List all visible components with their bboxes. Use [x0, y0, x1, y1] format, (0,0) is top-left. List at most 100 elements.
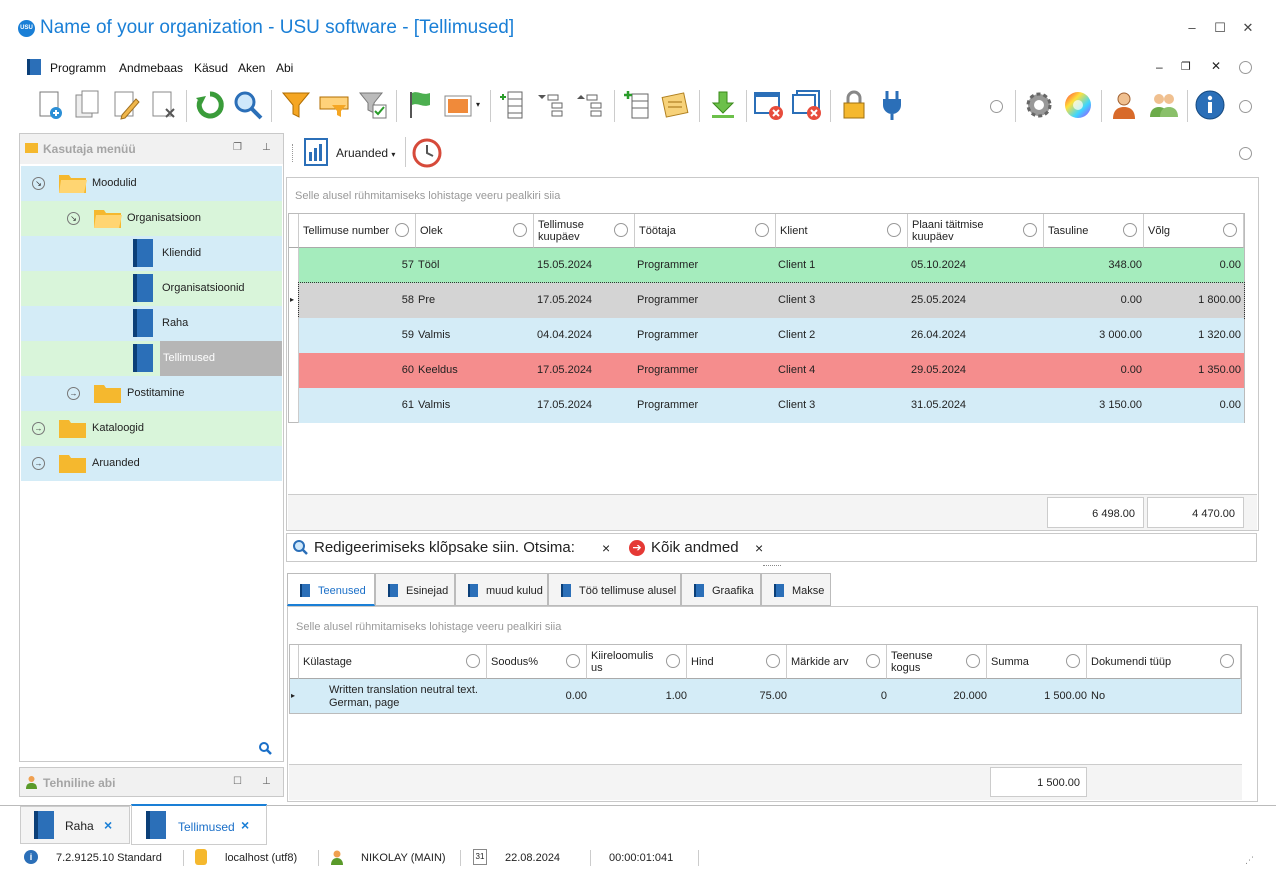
user-icon[interactable] [1109, 89, 1141, 121]
row-indicator[interactable] [289, 353, 299, 388]
col-price[interactable]: Hind [687, 645, 787, 679]
refresh-icon[interactable] [194, 89, 226, 121]
filter-icon[interactable] [1066, 654, 1080, 668]
edit-record-icon[interactable] [110, 89, 142, 121]
flag-icon[interactable] [404, 89, 436, 121]
menu-kasud[interactable]: Käsud [194, 61, 228, 75]
expand-icon[interactable]: → [32, 457, 45, 470]
menu-abi[interactable]: Abi [276, 61, 293, 75]
menu-andmebaas[interactable]: Andmebaas [119, 61, 183, 75]
all-data-clear-icon[interactable]: × [755, 540, 763, 556]
mdi-close-icon[interactable]: ✕ [1211, 59, 1221, 73]
filter-icon[interactable] [766, 654, 780, 668]
collapse-icon[interactable]: ↘ [32, 177, 45, 190]
filter-icon[interactable] [966, 654, 980, 668]
col-plan-date[interactable]: Plaani täitmise kuupäev [908, 214, 1044, 248]
service-row[interactable]: ▸ Written translation neutral text. Germ… [290, 679, 1241, 713]
menu-aken[interactable]: Aken [238, 61, 265, 75]
table-row[interactable]: 59 Valmis 04.04.2024 Programmer Client 2 26.0… [299, 318, 1244, 353]
download-icon[interactable] [707, 89, 739, 121]
col-paid[interactable]: Tasuline [1044, 214, 1144, 248]
filter-icon[interactable] [887, 223, 901, 237]
col-urgency[interactable]: Kiireloomulisus [587, 645, 687, 679]
collapse-tree-icon[interactable] [575, 89, 607, 121]
col-service[interactable]: Külastage [299, 645, 487, 679]
table-row[interactable]: 60 Keeldus 17.05.2024 Programmer Client 4 29.… [299, 353, 1244, 388]
expand-tree-icon[interactable] [536, 89, 568, 121]
tree-search-icon[interactable] [258, 741, 272, 755]
expand-icon[interactable]: → [32, 422, 45, 435]
panel-float-icon[interactable]: ❐ [233, 142, 242, 153]
report-toolbar-more-icon[interactable] [1239, 147, 1252, 160]
toolbar-more-icon[interactable] [990, 100, 1003, 113]
maximize-button[interactable]: ☐ [1210, 20, 1230, 36]
filter-icon[interactable] [566, 654, 580, 668]
tab-makse[interactable]: Makse [761, 573, 831, 606]
search-clear-icon[interactable]: × [602, 540, 610, 556]
minimize-button[interactable]: – [1182, 20, 1202, 36]
lock-icon[interactable] [838, 89, 870, 121]
tab-esinejad[interactable]: Esinejad [375, 573, 455, 606]
add-record-icon[interactable] [34, 89, 66, 121]
window-tab-tellimused-close[interactable]: × [241, 817, 249, 833]
filter-icon[interactable] [666, 654, 680, 668]
plug-icon[interactable] [876, 89, 908, 121]
row-indicator[interactable] [289, 248, 299, 283]
filter-icon[interactable] [395, 223, 409, 237]
expand-icon[interactable]: → [67, 387, 80, 400]
resize-grip-icon[interactable]: ⋰ [1245, 855, 1254, 866]
report-icon[interactable] [304, 138, 328, 166]
search-icon[interactable] [232, 89, 264, 121]
tab-muud-kulud[interactable]: muud kulud [455, 573, 548, 606]
copy-record-icon[interactable] [72, 89, 104, 121]
all-data-label[interactable]: Kõik andmed [651, 539, 739, 556]
col-worker[interactable]: Töötaja [635, 214, 776, 248]
filter-icon[interactable] [1223, 223, 1237, 237]
filter-icon[interactable] [466, 654, 480, 668]
col-debt[interactable]: Võlg [1144, 214, 1244, 248]
tree-item-aruanded[interactable]: → Aruanded [21, 446, 282, 481]
tab-graafika[interactable]: Graafika [681, 573, 761, 606]
panel-maximize-icon[interactable]: ☐ [233, 776, 242, 787]
filter-icon[interactable] [1123, 223, 1137, 237]
col-order-number[interactable]: Tellimuse number [299, 214, 416, 248]
col-service-qty[interactable]: Teenuse kogus [887, 645, 987, 679]
notes-icon[interactable] [660, 89, 692, 121]
row-indicator[interactable]: ▸ [289, 283, 299, 318]
mdi-restore-icon[interactable]: ❐ [1181, 60, 1191, 73]
filter-icon[interactable] [866, 654, 880, 668]
reports-dropdown[interactable]: Aruanded ▾ [336, 146, 395, 160]
tree-item-kataloogid[interactable]: → Kataloogid [21, 411, 282, 446]
filter-icon[interactable] [513, 223, 527, 237]
mdi-minimize-icon[interactable]: – [1156, 60, 1163, 74]
panel-pin-icon[interactable]: ⊥ [262, 776, 271, 787]
window-tab-raha-close[interactable]: × [104, 817, 112, 833]
col-doc-type[interactable]: Dokumendi tüüp [1087, 645, 1241, 679]
menu-overflow-icon[interactable] [1239, 61, 1252, 74]
add-row-icon[interactable] [622, 89, 654, 121]
tree-item-organisatsioonid[interactable]: Organisatsioonid [21, 271, 282, 306]
filter-icon[interactable] [280, 89, 312, 121]
col-status[interactable]: Olek [416, 214, 534, 248]
col-char-count[interactable]: Märkide arv [787, 645, 887, 679]
tree-item-moodulid[interactable]: ↘ Moodulid [21, 166, 282, 201]
splitter-grip[interactable] [763, 565, 781, 567]
tab-too-tellimuse-alusel[interactable]: Töö tellimuse alusel [548, 573, 681, 606]
collapse-icon[interactable]: ↘ [67, 212, 80, 225]
col-discount[interactable]: Soodus% [487, 645, 587, 679]
col-sum[interactable]: Summa [987, 645, 1087, 679]
table-row[interactable]: 61 Valmis 17.05.2024 Programmer Client 3 31.0… [299, 388, 1244, 423]
row-indicator[interactable] [289, 388, 299, 423]
image-dropdown-icon[interactable]: ▾ [476, 100, 480, 109]
tree-item-raha[interactable]: Raha [21, 306, 282, 341]
menu-programm[interactable]: Programm [50, 61, 106, 75]
close-all-windows-icon[interactable] [791, 89, 823, 121]
filter-check-icon[interactable] [357, 89, 389, 121]
info-icon[interactable] [1194, 89, 1226, 121]
filter-row-icon[interactable] [318, 89, 350, 121]
row-indicator[interactable] [289, 318, 299, 353]
add-column-icon[interactable] [498, 89, 530, 121]
clock-icon[interactable] [412, 138, 442, 168]
tree-item-organisatsioon[interactable]: ↘ Organisatsioon [21, 201, 282, 236]
col-client[interactable]: Klient [776, 214, 908, 248]
